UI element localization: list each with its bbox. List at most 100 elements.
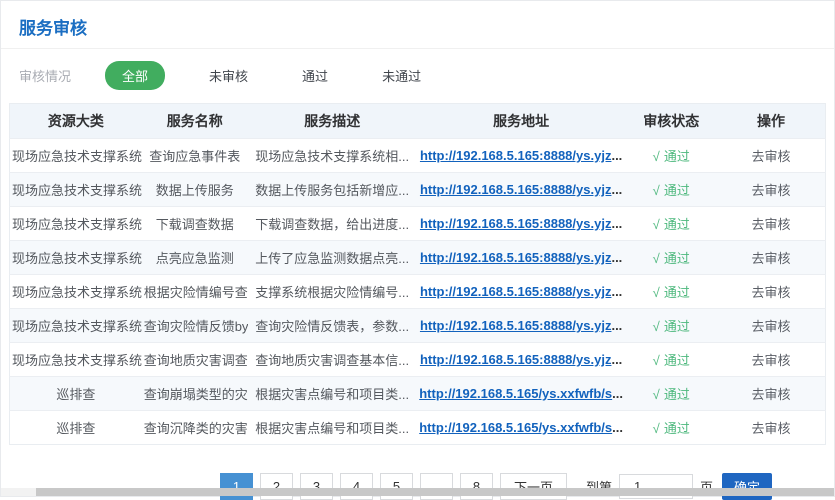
- status-badge: √通过: [653, 183, 690, 198]
- action-cell: 去审核: [717, 343, 826, 377]
- url-ellipsis: ...: [611, 284, 622, 299]
- service-desc-cell: 下载调查数据，给出进度...: [248, 207, 417, 241]
- url-ellipsis: ...: [611, 318, 622, 333]
- category-cell: 巡排查: [10, 377, 142, 411]
- check-icon: √: [653, 353, 660, 368]
- scrollbar-thumb[interactable]: [36, 488, 834, 496]
- check-icon: √: [653, 319, 660, 334]
- check-icon: √: [653, 387, 660, 402]
- check-icon: √: [653, 183, 660, 198]
- service-desc-cell: 查询地质灾害调查基本信...: [248, 343, 417, 377]
- filter-tab-2[interactable]: 通过: [292, 61, 338, 90]
- check-icon: √: [653, 421, 660, 436]
- service-url-cell: http://192.168.5.165:8888/ys.yjz...: [417, 343, 626, 377]
- review-action-link[interactable]: 去审核: [751, 217, 790, 232]
- service-url-link[interactable]: http://192.168.5.165:8888/ys.yjz: [420, 148, 612, 163]
- service-name-cell: 查询崩塌类型的灾害...: [142, 377, 248, 411]
- service-url-link[interactable]: http://192.168.5.165/ys.xxfwfb/s: [419, 420, 612, 435]
- action-cell: 去审核: [717, 377, 826, 411]
- check-icon: √: [653, 285, 660, 300]
- action-cell: 去审核: [717, 309, 826, 343]
- status-label: 通过: [664, 251, 690, 266]
- service-url-cell: http://192.168.5.165:8888/ys.yjz...: [417, 309, 626, 343]
- filter-label: 审核情况: [19, 66, 71, 85]
- service-desc-cell: 查询灾险情反馈表，参数...: [248, 309, 417, 343]
- table-row: 巡排查 查询崩塌类型的灾害... 根据灾害点编号和项目类... http://1…: [10, 377, 826, 411]
- status-label: 通过: [664, 149, 690, 164]
- table-header-row: 资源大类服务名称服务描述服务地址审核状态操作: [10, 104, 826, 139]
- table-row: 现场应急技术支撑系统 查询应急事件表 现场应急技术支撑系统相... http:/…: [10, 139, 826, 173]
- service-audit-panel: 服务审核 审核情况 全部未审核通过未通过 资源大类服务名称服务描述服务地址审核状…: [0, 0, 835, 497]
- service-url-link[interactable]: http://192.168.5.165:8888/ys.yjz: [420, 318, 612, 333]
- service-name-cell: 下载调查数据: [142, 207, 248, 241]
- service-url-link[interactable]: http://192.168.5.165:8888/ys.yjz: [420, 284, 612, 299]
- filter-tab-1[interactable]: 未审核: [199, 61, 258, 90]
- review-action-link[interactable]: 去审核: [751, 149, 790, 164]
- service-url-link[interactable]: http://192.168.5.165:8888/ys.yjz: [420, 182, 612, 197]
- review-action-link[interactable]: 去审核: [751, 251, 790, 266]
- service-url-link[interactable]: http://192.168.5.165:8888/ys.yjz: [420, 216, 612, 231]
- column-header: 审核状态: [626, 104, 717, 139]
- service-table: 资源大类服务名称服务描述服务地址审核状态操作 现场应急技术支撑系统 查询应急事件…: [9, 103, 826, 445]
- action-cell: 去审核: [717, 411, 826, 445]
- service-desc-cell: 根据灾害点编号和项目类...: [248, 377, 417, 411]
- table-row: 现场应急技术支撑系统 查询地质灾害调查基... 查询地质灾害调查基本信... h…: [10, 343, 826, 377]
- service-url-cell: http://192.168.5.165:8888/ys.yjz...: [417, 207, 626, 241]
- status-cell: √通过: [626, 173, 717, 207]
- review-action-link[interactable]: 去审核: [751, 387, 790, 402]
- service-name-cell: 查询应急事件表: [142, 139, 248, 173]
- service-url-cell: http://192.168.5.165/ys.xxfwfb/s...: [417, 377, 626, 411]
- service-name-cell: 数据上传服务: [142, 173, 248, 207]
- review-action-link[interactable]: 去审核: [751, 353, 790, 368]
- service-name-cell: 查询灾险情反馈byZ...: [142, 309, 248, 343]
- service-url-link[interactable]: http://192.168.5.165:8888/ys.yjz: [420, 250, 612, 265]
- status-label: 通过: [664, 387, 690, 402]
- table-row: 现场应急技术支撑系统 点亮应急监测 上传了应急监测数据点亮... http://…: [10, 241, 826, 275]
- service-desc-cell: 现场应急技术支撑系统相...: [248, 139, 417, 173]
- table-row: 巡排查 查询沉降类的灾害点... 根据灾害点编号和项目类... http://1…: [10, 411, 826, 445]
- status-badge: √ 通过: [653, 353, 690, 368]
- action-cell: 去审核: [717, 173, 826, 207]
- service-url-cell: http://192.168.5.165:8888/ys.yjz...: [417, 241, 626, 275]
- category-cell: 现场应急技术支撑系统: [10, 241, 142, 275]
- service-url-cell: http://192.168.5.165:8888/ys.yjz...: [417, 275, 626, 309]
- category-cell: 现场应急技术支撑系统: [10, 343, 142, 377]
- horizontal-scrollbar[interactable]: [1, 488, 834, 496]
- filter-tab-0[interactable]: 全部: [105, 61, 165, 90]
- service-url-cell: http://192.168.5.165:8888/ys.yjz...: [417, 173, 626, 207]
- status-badge: √通过: [653, 217, 690, 232]
- action-cell: 去审核: [717, 207, 826, 241]
- check-icon: √: [653, 251, 660, 266]
- check-icon: √: [653, 149, 660, 164]
- service-desc-cell: 根据灾害点编号和项目类...: [248, 411, 417, 445]
- url-ellipsis: ...: [612, 420, 623, 435]
- category-cell: 现场应急技术支撑系统: [10, 275, 142, 309]
- service-name-cell: 点亮应急监测: [142, 241, 248, 275]
- review-action-link[interactable]: 去审核: [751, 319, 790, 334]
- status-label: 通过: [664, 353, 690, 368]
- service-desc-cell: 支撑系统根据灾险情编号...: [248, 275, 417, 309]
- status-cell: √ 通过: [626, 139, 717, 173]
- status-cell: √ 通过: [626, 275, 717, 309]
- status-label: 通过: [664, 285, 690, 300]
- check-icon: √: [653, 217, 660, 232]
- service-url-cell: http://192.168.5.165:8888/ys.yjz...: [417, 139, 626, 173]
- service-name-cell: 查询沉降类的灾害点...: [142, 411, 248, 445]
- category-cell: 现场应急技术支撑系统: [10, 173, 142, 207]
- service-url-link[interactable]: http://192.168.5.165:8888/ys.yjz: [420, 352, 612, 367]
- review-action-link[interactable]: 去审核: [751, 183, 790, 198]
- filter-tab-3[interactable]: 未通过: [372, 61, 431, 90]
- review-action-link[interactable]: 去审核: [751, 285, 790, 300]
- table-row: 现场应急技术支撑系统 根据灾险情编号查询... 支撑系统根据灾险情编号... h…: [10, 275, 826, 309]
- category-cell: 现场应急技术支撑系统: [10, 309, 142, 343]
- category-cell: 现场应急技术支撑系统: [10, 207, 142, 241]
- filter-row: 审核情况 全部 未审核 通过 未通过: [1, 49, 834, 101]
- url-ellipsis: ...: [611, 216, 622, 231]
- status-cell: √通过: [626, 411, 717, 445]
- category-cell: 现场应急技术支撑系统: [10, 139, 142, 173]
- table-row: 现场应急技术支撑系统 数据上传服务 数据上传服务包括新增应... http://…: [10, 173, 826, 207]
- review-action-link[interactable]: 去审核: [751, 421, 790, 436]
- filter-tabs: 全部 未审核 通过 未通过: [105, 61, 431, 90]
- service-url-link[interactable]: http://192.168.5.165/ys.xxfwfb/s: [419, 386, 612, 401]
- url-ellipsis: ...: [611, 352, 622, 367]
